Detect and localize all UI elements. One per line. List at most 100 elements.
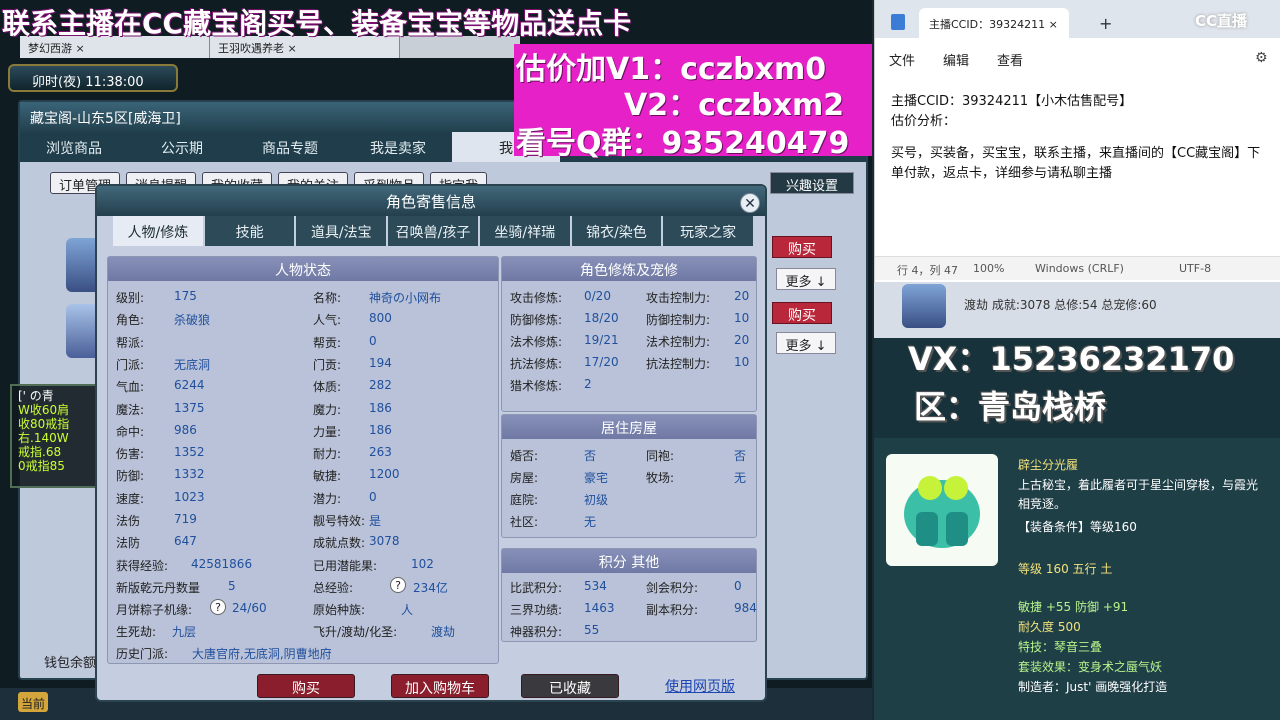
stat-row: 总经验: 234亿: [313, 579, 448, 596]
stat-label: 魔力:: [313, 402, 342, 417]
tab-seller[interactable]: 我是卖家: [344, 132, 452, 162]
stat-label: 角色:: [116, 313, 145, 328]
stat-row: 牧场: 无: [646, 469, 746, 486]
stat-row: 门贡: 194: [313, 356, 392, 373]
stat-label: 月饼粽子机缘:: [116, 603, 193, 617]
stat-value: 20: [734, 289, 750, 303]
stat-row: 神器积分: 55: [510, 623, 599, 640]
stat-row: 级别: 175: [116, 289, 197, 306]
stat-label: 名称:: [313, 291, 342, 305]
more-button[interactable]: 更多 ↓: [776, 332, 836, 354]
stat-row: 同袍: 否: [646, 447, 746, 464]
character-summary: 渡劫 成就:3078 总修:54 总宠修:60: [964, 298, 1157, 312]
stat-label: 飞升/渡劫/化圣:: [313, 625, 398, 639]
stat-value: 186: [369, 422, 392, 437]
stat-label: 婚否:: [510, 449, 539, 463]
stat-value: 2: [584, 377, 592, 391]
stat-label: 同袍:: [646, 449, 675, 463]
stat-label: 总经验:: [313, 581, 354, 595]
stat-row: 敏捷: 1200: [313, 467, 400, 484]
menu-file[interactable]: 文件: [889, 50, 915, 69]
stat-value: 1352: [174, 445, 205, 460]
item-maker: 制造者：Just' 画晚强化打造: [1018, 680, 1168, 694]
stat-value: 55: [584, 623, 600, 637]
tab-mounts[interactable]: 坐骑/祥瑞: [479, 216, 570, 246]
score-heading: 积分 其他: [502, 549, 756, 573]
stat-label: 社区:: [510, 515, 539, 529]
chat-box: [' の青 W收60肩 收80戒指 右.140W 戒指.68 0戒指85: [10, 384, 100, 488]
stat-value: 神奇の小网布: [369, 291, 442, 305]
dialog-buy-button[interactable]: 购买: [257, 674, 355, 698]
stat-label: 成就点数:: [313, 536, 366, 551]
buy-button[interactable]: 购买: [772, 236, 832, 258]
stat-label: 法术控制力:: [646, 335, 711, 349]
help-icon[interactable]: ?: [390, 577, 406, 593]
stat-value: 282: [369, 378, 392, 393]
tab-skills[interactable]: 技能: [204, 216, 295, 246]
stat-row: 攻击修炼: 0/20: [510, 289, 611, 306]
stat-label: 攻击修炼:: [510, 291, 563, 305]
tab-public[interactable]: 公示期: [128, 132, 236, 162]
avatar: [902, 284, 946, 328]
close-icon[interactable]: ✕: [740, 193, 760, 213]
menu-view[interactable]: 查看: [997, 50, 1023, 69]
current-channel-button[interactable]: 当前: [18, 692, 48, 712]
add-to-cart-button[interactable]: 加入购物车: [391, 674, 489, 698]
stat-row: 角色: 杀破狼: [116, 311, 210, 328]
buy-button[interactable]: 购买: [772, 302, 832, 324]
overlay-banner: 联系主播在CC藏宝阁买号、装备宝宝等物品送点卡: [2, 7, 632, 40]
item-durability: 耐久度 500: [1018, 620, 1081, 634]
overlay-pink-box: 估价加V1：cczbxm0 V2：cczbxm2 看号Q群：935240479: [514, 44, 872, 161]
stat-row: 婚否: 否: [510, 447, 596, 464]
stat-label: 原始种族:: [313, 603, 366, 617]
tab-home[interactable]: 玩家之家: [663, 216, 754, 246]
more-button[interactable]: 更多 ↓: [776, 268, 836, 290]
stat-row: 防御修炼: 18/20: [510, 311, 619, 328]
stat-label: 体质:: [313, 380, 342, 395]
tab-topics[interactable]: 商品专题: [236, 132, 344, 162]
stat-value: 0/20: [584, 289, 611, 303]
stat-row: 月饼粽子机缘: 24/60: [116, 601, 267, 618]
notepad-line: 买号，买装备，买宝宝，联系主播，来直播间的【CC藏宝阁】下单付款，返点卡，详细参…: [891, 146, 1261, 181]
favorited-button[interactable]: 已收藏: [521, 674, 619, 698]
character-row: 渡劫 成就:3078 总修:54 总宠修:60: [874, 282, 1280, 338]
stat-value: 10: [734, 355, 750, 369]
tab-character[interactable]: 人物/修炼: [113, 216, 203, 246]
stat-label: 猎术修炼:: [510, 379, 563, 393]
stat-label: 房屋:: [510, 471, 539, 485]
dialog-title: 角色寄售信息: [97, 186, 765, 216]
house-panel: 居住房屋 婚否: 否同袍: 否房屋: 豪宅 牧场: 无庭院: 初级 社区: 无: [501, 414, 757, 538]
stat-value: 263: [369, 445, 392, 460]
notepad-line: 主播CCID：39324211【小木估售配号】: [891, 94, 1133, 109]
notepad-tab[interactable]: 主播CCID：39324211 ×: [919, 8, 1069, 38]
new-tab-icon[interactable]: +: [1099, 14, 1112, 33]
stat-label: 比武积分:: [510, 581, 563, 595]
stat-value: 否: [734, 449, 747, 463]
tab-outfits[interactable]: 锦衣/染色: [571, 216, 662, 246]
browser-tab-label: 梦幻西游: [28, 42, 72, 55]
stat-row: 生死劫: 九层: [116, 623, 196, 640]
stat-row: 庭院: 初级: [510, 491, 608, 508]
stat-value: 24/60: [232, 601, 267, 615]
help-icon[interactable]: ?: [210, 599, 226, 615]
notepad-body[interactable]: 主播CCID：39324211【小木估售配号】 估价分析： 买号，买装备，买宝宝…: [891, 92, 1271, 184]
boots-icon: [886, 454, 998, 566]
status-position: 行 4，列 47: [897, 264, 958, 277]
menu-edit[interactable]: 编辑: [943, 50, 969, 69]
tab-items[interactable]: 道具/法宝: [296, 216, 387, 246]
web-version-link[interactable]: 使用网页版: [665, 676, 735, 696]
tab-pets[interactable]: 召唤兽/孩子: [388, 216, 478, 246]
stat-value: 719: [174, 512, 197, 526]
stream-overlay: 渡劫 成就:3078 总修:54 总宠修:60 VX：15236232170 区…: [874, 282, 1280, 720]
stat-row: 法术修炼: 19/21: [510, 333, 619, 350]
tab-browse[interactable]: 浏览商品: [20, 132, 128, 162]
watermark-logo: CC直播: [1195, 12, 1248, 30]
stat-value: 大唐官府,无底洞,阴曹地府: [192, 647, 332, 661]
stat-row: 防御控制力: 10: [646, 311, 749, 328]
gear-icon[interactable]: ⚙: [1255, 50, 1268, 66]
stat-label: 潜力:: [313, 491, 342, 506]
purse-label: 钱包余额: [44, 656, 97, 671]
close-icon[interactable]: ×: [1049, 18, 1058, 31]
interest-settings-button[interactable]: 兴趣设置: [770, 172, 854, 194]
stat-row: 速度: 1023: [116, 490, 205, 507]
